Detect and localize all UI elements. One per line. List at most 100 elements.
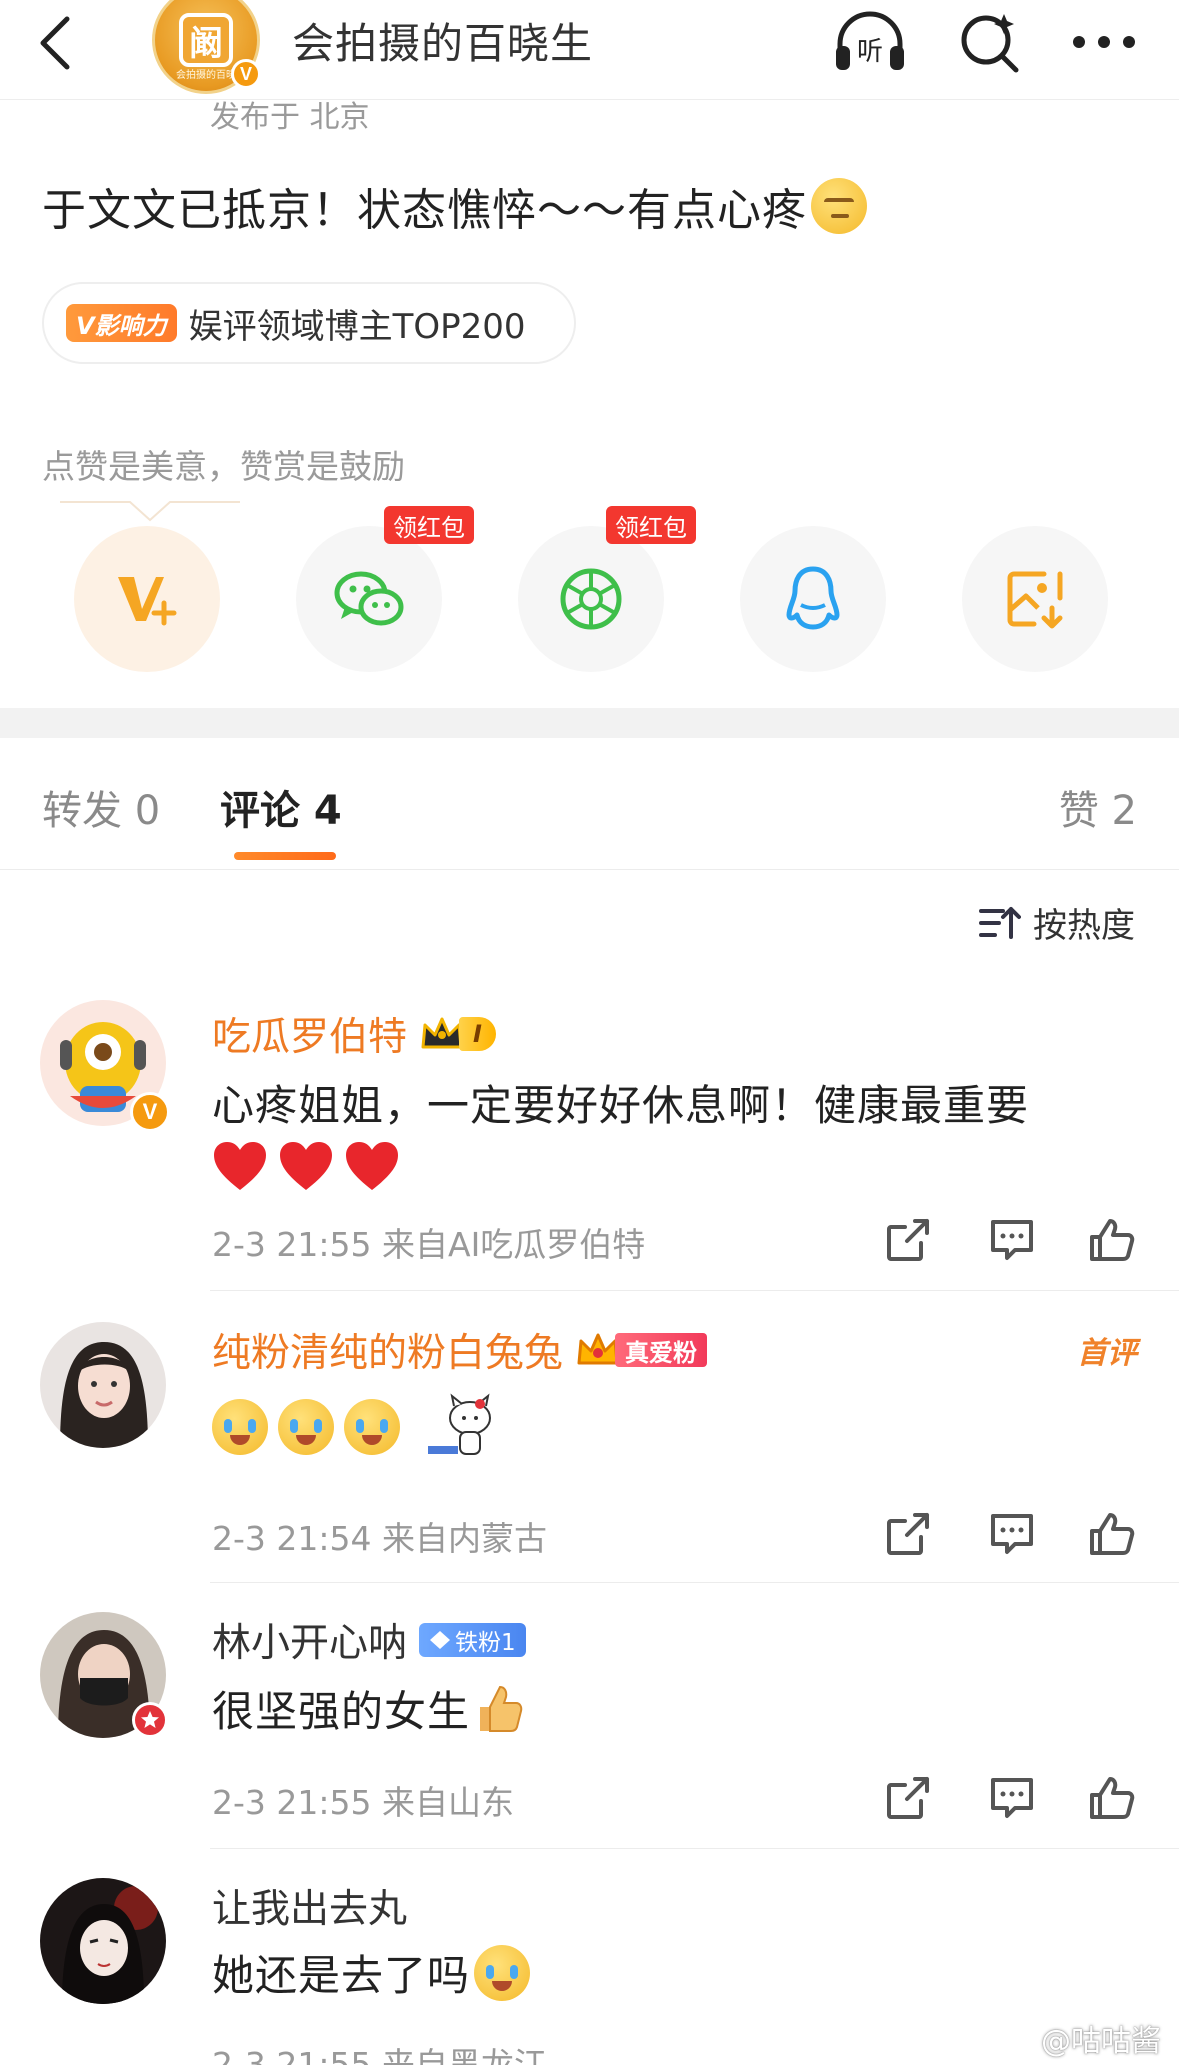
comment-divider	[210, 1582, 1179, 1583]
comment-author[interactable]: 林小开心呐 铁粉1	[212, 1612, 526, 1668]
comment-actions	[880, 1506, 1140, 1566]
sort-button[interactable]: 按热度	[979, 898, 1135, 947]
thumbs-up-icon	[1090, 1219, 1135, 1261]
comment-author[interactable]: 让我出去丸	[212, 1878, 407, 1934]
thumbs-up-icon	[1090, 1777, 1135, 1819]
heart-icon	[346, 1142, 398, 1190]
iron-fan-badge: 铁粉1	[419, 1623, 526, 1657]
comment-time: 2-3 21:54	[212, 1519, 372, 1558]
moments-icon	[560, 568, 622, 630]
fan-badge: 真爱粉	[575, 1331, 708, 1369]
red-packet-badge: 领红包	[606, 506, 696, 544]
comment-meta: 2-3 21:55 来自AI吃瓜罗伯特	[212, 1218, 645, 1266]
iron-fan-label: 铁粉1	[455, 1630, 516, 1656]
post-location: 发布于 北京	[210, 100, 370, 135]
vplus-button[interactable]	[74, 526, 220, 672]
wechat-share-button[interactable]	[296, 526, 442, 672]
comment-meta: 2-3 21:54 来自内蒙古	[212, 1512, 547, 1560]
comment-meta: 2-3 21:55 来自黑龙江	[212, 2038, 547, 2065]
comment-item: 让我出去丸 她还是去了吗 2-3 21:55 来自黑龙江	[0, 1878, 1179, 2065]
thumbs-up-icon	[1090, 1513, 1135, 1555]
thumbs-up-emoji-icon	[480, 1685, 523, 1732]
avatar-illustration-image	[40, 1878, 166, 2004]
repost-icon	[887, 1777, 929, 1819]
fan-club-badge	[132, 1702, 168, 1738]
tab-repost[interactable]: 转发 0	[42, 778, 160, 836]
comment-time: 2-3 21:55	[212, 1783, 372, 1822]
svg-text:听: 听	[857, 37, 883, 67]
avatar[interactable]	[40, 1878, 166, 2004]
sort-icon	[979, 906, 1021, 939]
diamond-icon	[430, 1631, 451, 1649]
sort-label: 按热度	[1033, 906, 1135, 946]
comment-meta: 2-3 21:55 来自山东	[212, 1776, 514, 1824]
comment-text: 心疼姐姐，一定要好好休息啊！健康最重要	[212, 1081, 1030, 1130]
like-button[interactable]	[1084, 1770, 1140, 1826]
repost-icon	[887, 1219, 929, 1261]
tab-comments[interactable]: 评论 4	[220, 778, 342, 836]
star-icon	[141, 1711, 159, 1728]
heart-icon	[214, 1142, 266, 1190]
crying-face-icon	[344, 1399, 400, 1455]
crying-face-icon	[278, 1399, 334, 1455]
avatar-photo-image	[40, 1322, 166, 1448]
comment-author[interactable]: 纯粉清纯的粉白兔兔 真爱粉	[212, 1322, 708, 1378]
author-nickname[interactable]: 会拍摄的百晓生	[292, 10, 593, 71]
comment-icon	[991, 1778, 1033, 1818]
reply-button[interactable]	[984, 1506, 1040, 1562]
search-icon	[961, 14, 1019, 73]
search-button[interactable]	[952, 4, 1028, 80]
comment-author-name: 林小开心呐	[212, 1621, 408, 1666]
post-body: 于文文已抵京！状态憔悴～～有点心疼	[42, 174, 867, 238]
like-button[interactable]	[1084, 1506, 1140, 1562]
more-dots-icon	[1073, 36, 1135, 48]
repost-button[interactable]	[880, 1770, 936, 1826]
active-tab-indicator	[234, 852, 336, 860]
v-plus-icon	[118, 577, 177, 626]
avatar[interactable]	[40, 1322, 166, 1448]
comment-text-row: 她还是去了吗	[212, 1942, 540, 2003]
comment-actions	[880, 1212, 1140, 1272]
comment-icon	[991, 1514, 1033, 1554]
watermark: @咕咕酱	[1041, 2024, 1161, 2059]
top-bar: 阚 会拍摄的百晓 V 会拍摄的百晓生 听	[0, 0, 1179, 100]
author-avatar[interactable]: 阚 会拍摄的百晓 V	[152, 0, 261, 94]
share-row: 领红包 领红包	[74, 506, 1114, 674]
comment-icon	[991, 1220, 1033, 1260]
member-badge: I	[419, 1015, 496, 1053]
comment-source: 来自AI吃瓜罗伯特	[382, 1225, 646, 1264]
save-image-button[interactable]	[962, 526, 1108, 672]
comment-tabs: 转发 0 评论 4 赞 2	[0, 738, 1179, 870]
verified-badge: V	[231, 59, 261, 89]
thinking-face-icon	[811, 178, 867, 234]
member-level: I	[459, 1017, 496, 1051]
fan-level: 真爱粉	[615, 1333, 708, 1367]
more-button[interactable]	[1066, 4, 1142, 80]
repost-button[interactable]	[880, 1212, 936, 1268]
reply-button[interactable]	[984, 1770, 1040, 1826]
back-button[interactable]	[30, 8, 80, 78]
influence-tag: V影响力	[66, 304, 177, 342]
listen-button[interactable]: 听	[832, 4, 908, 80]
headphones-icon: 听	[836, 11, 904, 70]
comment-time: 2-3 21:55	[212, 1225, 372, 1264]
repost-button[interactable]	[880, 1506, 936, 1562]
verified-badge: V	[130, 1092, 170, 1132]
comment-author-name: 让我出去丸	[212, 1887, 408, 1932]
crying-face-icon	[212, 1399, 268, 1455]
tab-likes[interactable]: 赞 2	[1059, 778, 1137, 836]
hello-kitty-sticker-icon	[428, 1393, 491, 1455]
avatar-emblem: 阚	[179, 13, 233, 67]
heart-icon	[280, 1142, 332, 1190]
influence-chip[interactable]: V影响力 娱评领域博主TOP200	[42, 282, 576, 364]
comment-author-name: 吃瓜罗伯特	[212, 1015, 408, 1060]
comment-author-name: 纯粉清纯的粉白兔兔	[212, 1331, 564, 1376]
comment-author[interactable]: 吃瓜罗伯特 I	[212, 1006, 496, 1062]
comment-divider	[210, 1848, 1179, 1849]
like-button[interactable]	[1084, 1212, 1140, 1268]
comment-source: 来自内蒙古	[382, 1519, 547, 1558]
comment-source: 来自山东	[382, 1783, 514, 1822]
reply-button[interactable]	[984, 1212, 1040, 1268]
moments-share-button[interactable]	[518, 526, 664, 672]
qq-share-button[interactable]	[740, 526, 886, 672]
